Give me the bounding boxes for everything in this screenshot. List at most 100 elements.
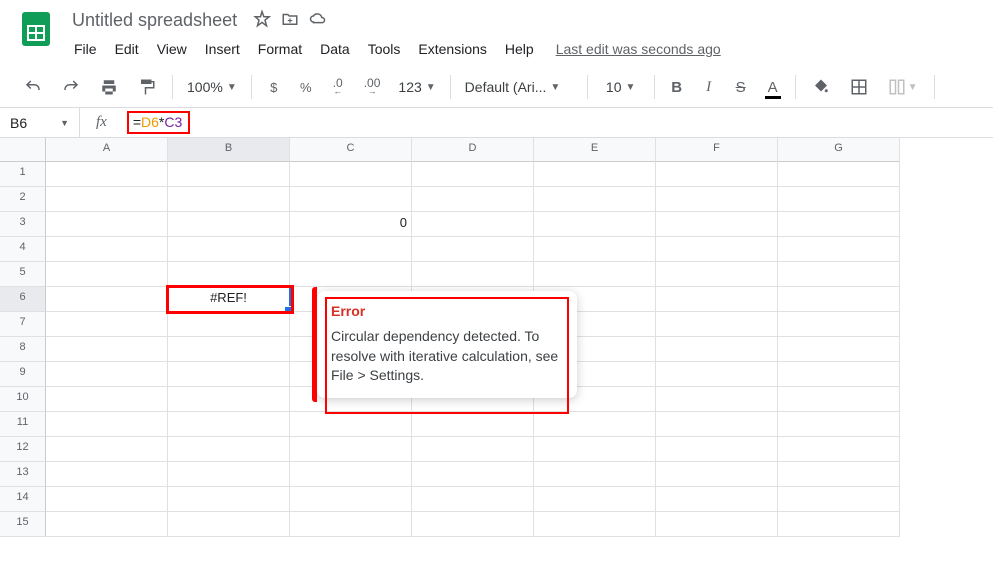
cell-B8[interactable] — [168, 337, 290, 362]
cell-F8[interactable] — [656, 337, 778, 362]
cell-G10[interactable] — [778, 387, 900, 412]
cell-G12[interactable] — [778, 437, 900, 462]
row-head-5[interactable]: 5 — [0, 262, 46, 287]
menu-data[interactable]: Data — [312, 37, 358, 61]
row-head-1[interactable]: 1 — [0, 162, 46, 187]
cell-F9[interactable] — [656, 362, 778, 387]
cell-B15[interactable] — [168, 512, 290, 537]
cell-B2[interactable] — [168, 187, 290, 212]
cell-F11[interactable] — [656, 412, 778, 437]
increase-decimal-button[interactable]: .00→ — [356, 73, 389, 101]
cell-G15[interactable] — [778, 512, 900, 537]
cell-D3[interactable] — [412, 212, 534, 237]
text-color-button[interactable]: A — [759, 73, 787, 101]
cell-B13[interactable] — [168, 462, 290, 487]
cell-F6[interactable] — [656, 287, 778, 312]
col-head-E[interactable]: E — [534, 138, 656, 162]
cell-B7[interactable] — [168, 312, 290, 337]
cell-C3[interactable]: 0 — [290, 212, 412, 237]
zoom-dropdown[interactable]: 100%▼ — [181, 75, 243, 99]
select-all-corner[interactable] — [0, 138, 46, 162]
row-head-4[interactable]: 4 — [0, 237, 46, 262]
cell-C1[interactable] — [290, 162, 412, 187]
row-head-8[interactable]: 8 — [0, 337, 46, 362]
cell-G9[interactable] — [778, 362, 900, 387]
cell-G1[interactable] — [778, 162, 900, 187]
cell-E2[interactable] — [534, 187, 656, 212]
cell-E13[interactable] — [534, 462, 656, 487]
cell-A14[interactable] — [46, 487, 168, 512]
cell-F15[interactable] — [656, 512, 778, 537]
cell-E11[interactable] — [534, 412, 656, 437]
name-box[interactable]: B6 ▼ — [0, 108, 80, 137]
cell-F7[interactable] — [656, 312, 778, 337]
cell-F12[interactable] — [656, 437, 778, 462]
cell-B6[interactable]: #REF! — [168, 287, 290, 312]
percent-button[interactable]: % — [292, 73, 320, 101]
row-head-10[interactable]: 10 — [0, 387, 46, 412]
row-head-15[interactable]: 15 — [0, 512, 46, 537]
cell-C14[interactable] — [290, 487, 412, 512]
cell-D12[interactable] — [412, 437, 534, 462]
menu-help[interactable]: Help — [497, 37, 542, 61]
col-head-G[interactable]: G — [778, 138, 900, 162]
cell-C15[interactable] — [290, 512, 412, 537]
menu-view[interactable]: View — [149, 37, 195, 61]
merge-button[interactable]: ▼ — [880, 73, 926, 101]
cell-D15[interactable] — [412, 512, 534, 537]
sheets-logo[interactable] — [16, 8, 56, 48]
cell-G7[interactable] — [778, 312, 900, 337]
cell-G3[interactable] — [778, 212, 900, 237]
cell-B1[interactable] — [168, 162, 290, 187]
cell-B10[interactable] — [168, 387, 290, 412]
menu-edit[interactable]: Edit — [107, 37, 147, 61]
decrease-decimal-button[interactable]: .0← — [324, 73, 352, 101]
cell-A11[interactable] — [46, 412, 168, 437]
number-format-dropdown[interactable]: 123▼ — [392, 75, 441, 99]
cell-B14[interactable] — [168, 487, 290, 512]
col-head-C[interactable]: C — [290, 138, 412, 162]
cell-F1[interactable] — [656, 162, 778, 187]
row-head-7[interactable]: 7 — [0, 312, 46, 337]
redo-icon[interactable] — [54, 73, 88, 101]
cell-B4[interactable] — [168, 237, 290, 262]
cell-B11[interactable] — [168, 412, 290, 437]
cell-G11[interactable] — [778, 412, 900, 437]
cell-D2[interactable] — [412, 187, 534, 212]
cell-F10[interactable] — [656, 387, 778, 412]
menu-file[interactable]: File — [66, 37, 105, 61]
row-head-11[interactable]: 11 — [0, 412, 46, 437]
cell-E12[interactable] — [534, 437, 656, 462]
cell-D4[interactable] — [412, 237, 534, 262]
cell-F13[interactable] — [656, 462, 778, 487]
formula-input[interactable]: =D6*C3 — [123, 108, 993, 137]
cell-B12[interactable] — [168, 437, 290, 462]
cell-E15[interactable] — [534, 512, 656, 537]
borders-button[interactable] — [842, 73, 876, 101]
cell-A4[interactable] — [46, 237, 168, 262]
menu-extensions[interactable]: Extensions — [410, 37, 494, 61]
cell-A8[interactable] — [46, 337, 168, 362]
cell-A6[interactable] — [46, 287, 168, 312]
fill-color-button[interactable] — [804, 73, 838, 101]
strikethrough-button[interactable]: S — [727, 73, 755, 101]
last-edit-link[interactable]: Last edit was seconds ago — [556, 41, 721, 57]
cell-G6[interactable] — [778, 287, 900, 312]
cell-G2[interactable] — [778, 187, 900, 212]
cell-G13[interactable] — [778, 462, 900, 487]
row-head-14[interactable]: 14 — [0, 487, 46, 512]
row-head-6[interactable]: 6 — [0, 287, 46, 312]
cell-A15[interactable] — [46, 512, 168, 537]
print-icon[interactable] — [92, 73, 126, 101]
star-icon[interactable] — [253, 10, 271, 31]
row-head-2[interactable]: 2 — [0, 187, 46, 212]
cell-B3[interactable] — [168, 212, 290, 237]
cell-F5[interactable] — [656, 262, 778, 287]
doc-title[interactable]: Untitled spreadsheet — [66, 8, 243, 33]
bold-button[interactable]: B — [663, 73, 691, 101]
row-head-9[interactable]: 9 — [0, 362, 46, 387]
cell-C2[interactable] — [290, 187, 412, 212]
cell-C13[interactable] — [290, 462, 412, 487]
cell-C11[interactable] — [290, 412, 412, 437]
cell-E14[interactable] — [534, 487, 656, 512]
